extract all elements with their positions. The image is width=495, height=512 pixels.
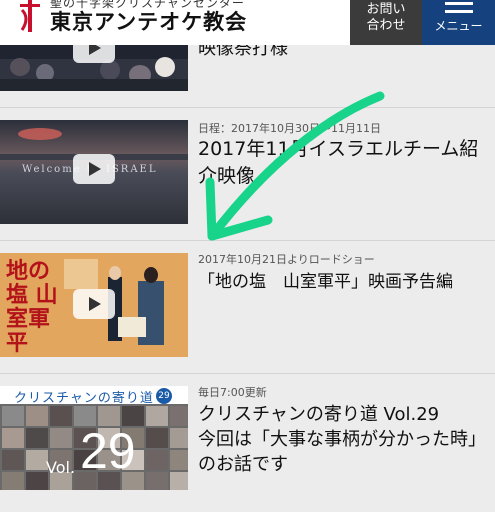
hamburger-icon — [445, 2, 473, 18]
video-title[interactable]: クリスチャンの寄り道 Vol.29 今回は「大事な事柄が分かった時」 のお話です — [198, 402, 486, 477]
video-list-item[interactable]: 映像祭打様 — [0, 38, 495, 107]
video-title-line: 2017年11月イスラエルチーム紹 — [198, 138, 479, 160]
volume-label: Vol. — [46, 458, 76, 477]
video-title-line: クリスチャンの寄り道 Vol.29 — [198, 404, 440, 425]
video-title-line: のお話です — [198, 454, 288, 475]
play-icon[interactable] — [73, 45, 115, 63]
video-title-line: 今回は「大事な事柄が分かった時」 — [198, 429, 486, 450]
video-title[interactable]: 2017年11月イスラエルチーム紹 介映像 — [198, 136, 478, 190]
video-thumbnail[interactable]: 地の塩 山室軍平 — [0, 253, 188, 357]
cross-logo-icon[interactable] — [18, 0, 44, 32]
issue-badge: 29 — [156, 388, 172, 404]
video-meta: 2017年10月21日よりロードショー — [198, 253, 375, 266]
video-list-item[interactable]: クリスチャンの寄り道 29 Vol. 29 毎日7:00更新 クリスチャンの寄り… — [0, 374, 495, 512]
video-meta: 毎日7:00更新 — [198, 386, 267, 399]
play-icon[interactable] — [73, 289, 115, 319]
video-thumbnail[interactable]: Welcome to ISRAEL — [0, 120, 188, 224]
menu-label: メニュー — [434, 19, 483, 33]
video-title-line: 介映像 — [198, 165, 256, 187]
video-thumbnail[interactable]: クリスチャンの寄り道 29 Vol. 29 — [0, 386, 188, 490]
contact-button[interactable]: お問い 合わせ — [350, 0, 422, 45]
play-icon[interactable] — [73, 154, 115, 184]
site-name[interactable]: 東京アンテオケ教会 — [50, 6, 247, 36]
contact-label-line2: 合わせ — [366, 18, 406, 33]
video-list-item[interactable]: Welcome to ISRAEL 日程：2017年10月30日〜11月11日 … — [0, 108, 495, 240]
video-meta: 日程：2017年10月30日〜11月11日 — [198, 122, 381, 135]
thumbnail-banner: クリスチャンの寄り道 — [14, 391, 154, 406]
menu-button[interactable]: メニュー — [422, 0, 495, 45]
video-list-item[interactable]: 地の塩 山室軍平 2017年10月21日よりロードショー 「地の塩 山室軍平」映… — [0, 241, 495, 373]
poster-title: 地の塩 山室軍平 — [6, 258, 58, 356]
site-header: 聖の十字架クリスチャンセンター 東京アンテオケ教会 お問い 合わせ メニュー — [0, 0, 495, 45]
video-title[interactable]: 「地の塩 山室軍平」映画予告編 — [198, 269, 453, 296]
volume-number: 29 — [80, 423, 136, 479]
contact-label-line1: お問い — [366, 2, 406, 17]
video-thumbnail[interactable] — [0, 45, 188, 91]
